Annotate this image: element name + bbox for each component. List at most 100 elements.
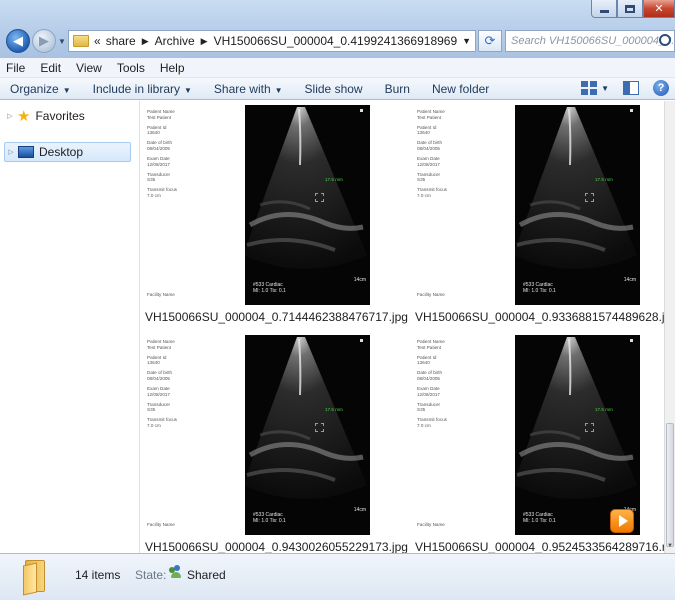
organize-label: Organize [10,81,59,96]
dob-value: 08/04/2005 [147,375,170,381]
refresh-button[interactable]: ⟳ [478,30,502,52]
toolbar-right-group: ▼ ? [581,80,669,96]
scan-indices: MI: 1.0 Tis: 0.1 [253,288,286,295]
desktop-icon [18,146,34,158]
orientation-marker [360,109,363,112]
measurement-marker [585,193,594,202]
exam-date-value: 12/08/2017 [417,391,440,397]
window-controls: ✕ [591,0,675,20]
new-folder-button[interactable]: New folder [432,82,489,96]
star-icon: ★ [17,107,31,125]
organize-button[interactable]: Organize ▼ [10,82,71,96]
address-bar[interactable]: « share ▶ Archive ▶ VH150066SU_000004_0.… [68,30,476,52]
breadcrumb-share[interactable]: share [106,34,136,48]
dob-value: 08/04/2005 [417,375,440,381]
breadcrumb-archive[interactable]: Archive [155,34,195,48]
menu-view[interactable]: View [76,61,102,75]
chevron-down-icon: ▼ [274,85,283,95]
file-thumbnail[interactable]: Patient Name Test Patient Patient Id 13640… [415,105,640,305]
burn-button[interactable]: Burn [385,82,410,96]
slide-show-button[interactable]: Slide show [305,82,363,96]
vertical-scrollbar[interactable]: ▼ [664,101,675,553]
forward-button[interactable]: ▶ [32,29,56,53]
transmit-focus-value: 7.0 cm [147,423,161,429]
nav-item-label: Desktop [39,145,84,159]
command-toolbar: Organize ▼ Include in library ▼ Share with… [0,78,675,100]
menu-tools[interactable]: Tools [117,61,145,75]
video-play-icon [610,509,634,533]
change-view-icon[interactable] [581,81,598,95]
patient-name-value: Test Patient [417,114,442,120]
search-input[interactable]: Search VH150066SU_000004_0.419924... [505,30,675,52]
file-name[interactable]: VH150066SU_000004_0.7144462388476717.jpg [145,310,408,324]
scan-preset: #533 Cardiac [253,281,283,288]
breadcrumb-current-folder[interactable]: VH150066SU_000004_0.4199241366918969 [214,34,458,48]
exam-date-value: 12/08/2017 [417,161,440,167]
state-value: Shared [187,568,226,582]
measurement-label: 17.5 mm [595,177,613,182]
orientation-marker [630,109,633,112]
dob-value: 08/04/2005 [417,145,440,151]
address-dropdown-icon[interactable]: ▼ [462,36,471,46]
scan-indices: MI: 1.0 Tis: 0.1 [253,518,286,525]
close-button[interactable]: ✕ [643,0,675,18]
patient-info-panel: Patient Name Test Patient Patient Id 13640… [417,339,501,433]
minimize-button[interactable] [591,0,617,18]
chevron-right-icon[interactable]: ▶ [201,36,208,47]
search-icon[interactable] [659,34,671,46]
patient-info-panel: Patient Name Test Patient Patient Id 13640… [147,339,231,433]
share-with-button[interactable]: Share with ▼ [214,82,283,96]
scan-indices: MI: 1.0 Tis: 0.1 [523,288,556,295]
menu-help[interactable]: Help [160,61,185,75]
facility-name: Facility Name [147,522,175,527]
patient-id-value: 13640 [147,360,160,366]
scan-indices: MI: 1.0 Tis: 0.1 [523,518,556,525]
nav-item-desktop[interactable]: ▷ Desktop [4,142,131,162]
facility-name: Facility Name [147,292,175,297]
include-in-library-button[interactable]: Include in library ▼ [93,82,192,96]
include-in-library-label: Include in library [92,81,180,96]
back-button[interactable]: ◀ [6,29,30,53]
scan-info: #533 Cardiac MI: 1.0 Tis: 0.1 [253,512,286,526]
recent-pages-dropdown[interactable]: ▼ [58,37,66,46]
breadcrumb-overflow[interactable]: « [94,34,101,48]
ultrasound-image: 17.5 mm 14cm #533 Cardiac MI: 1.0 Tis: 0… [515,105,640,305]
scroll-thumb[interactable] [666,423,674,547]
chevron-down-icon: ▼ [184,85,192,95]
maximize-button[interactable] [617,0,643,18]
file-thumbnail[interactable]: Patient Name Test Patient Patient Id 13640… [415,335,640,535]
facility-name: Facility Name [417,522,445,527]
view-options-dropdown[interactable]: ▼ [601,84,609,93]
orientation-marker [630,339,633,342]
exam-date-value: 12/08/2017 [147,391,170,397]
file-thumbnail[interactable]: Patient Name Test Patient Patient Id 13640… [145,105,370,305]
share-with-label: Share with [213,81,271,96]
exam-date-value: 12/08/2017 [147,161,170,167]
preview-pane-icon[interactable] [623,81,639,95]
nav-item-label: Favorites [35,109,85,123]
scan-info: #533 Cardiac MI: 1.0 Tis: 0.1 [523,512,556,526]
maximize-icon [625,4,635,13]
expand-arrow-icon[interactable]: ▷ [4,112,16,120]
expand-arrow-icon[interactable]: ▷ [5,148,17,156]
minimize-icon [599,10,609,13]
measurement-label: 17.5 mm [325,407,343,412]
file-thumbnail[interactable]: Patient Name Test Patient Patient Id 13640… [145,335,370,535]
file-list-view[interactable]: Patient Name Test Patient Patient Id 13640… [141,101,664,553]
menu-edit[interactable]: Edit [40,61,61,75]
state-label: State: [135,568,167,582]
nav-item-favorites[interactable]: ▷ ★ Favorites [4,106,85,126]
ultrasound-image: 17.5 mm 14cm #533 Cardiac MI: 1.0 Tis: 0… [245,335,370,535]
depth-label: 14cm [353,277,366,283]
file-name[interactable]: VH150066SU_000004_0.9430026055229173.jpg [145,540,408,553]
measurement-marker [585,423,594,432]
chevron-right-icon[interactable]: ▶ [142,36,149,47]
scroll-down-icon[interactable]: ▼ [665,543,675,553]
file-name[interactable]: VH150066SU_000004_0.9524533564289716.mp4 [415,540,664,553]
ultrasound-cone [245,107,367,269]
shared-users-icon [169,565,183,579]
depth-label: 14cm [623,277,636,283]
menu-file[interactable]: File [6,61,25,75]
file-name[interactable]: VH150066SU_000004_0.9336881574489628.jpg [415,310,664,324]
help-icon[interactable]: ? [653,80,669,96]
